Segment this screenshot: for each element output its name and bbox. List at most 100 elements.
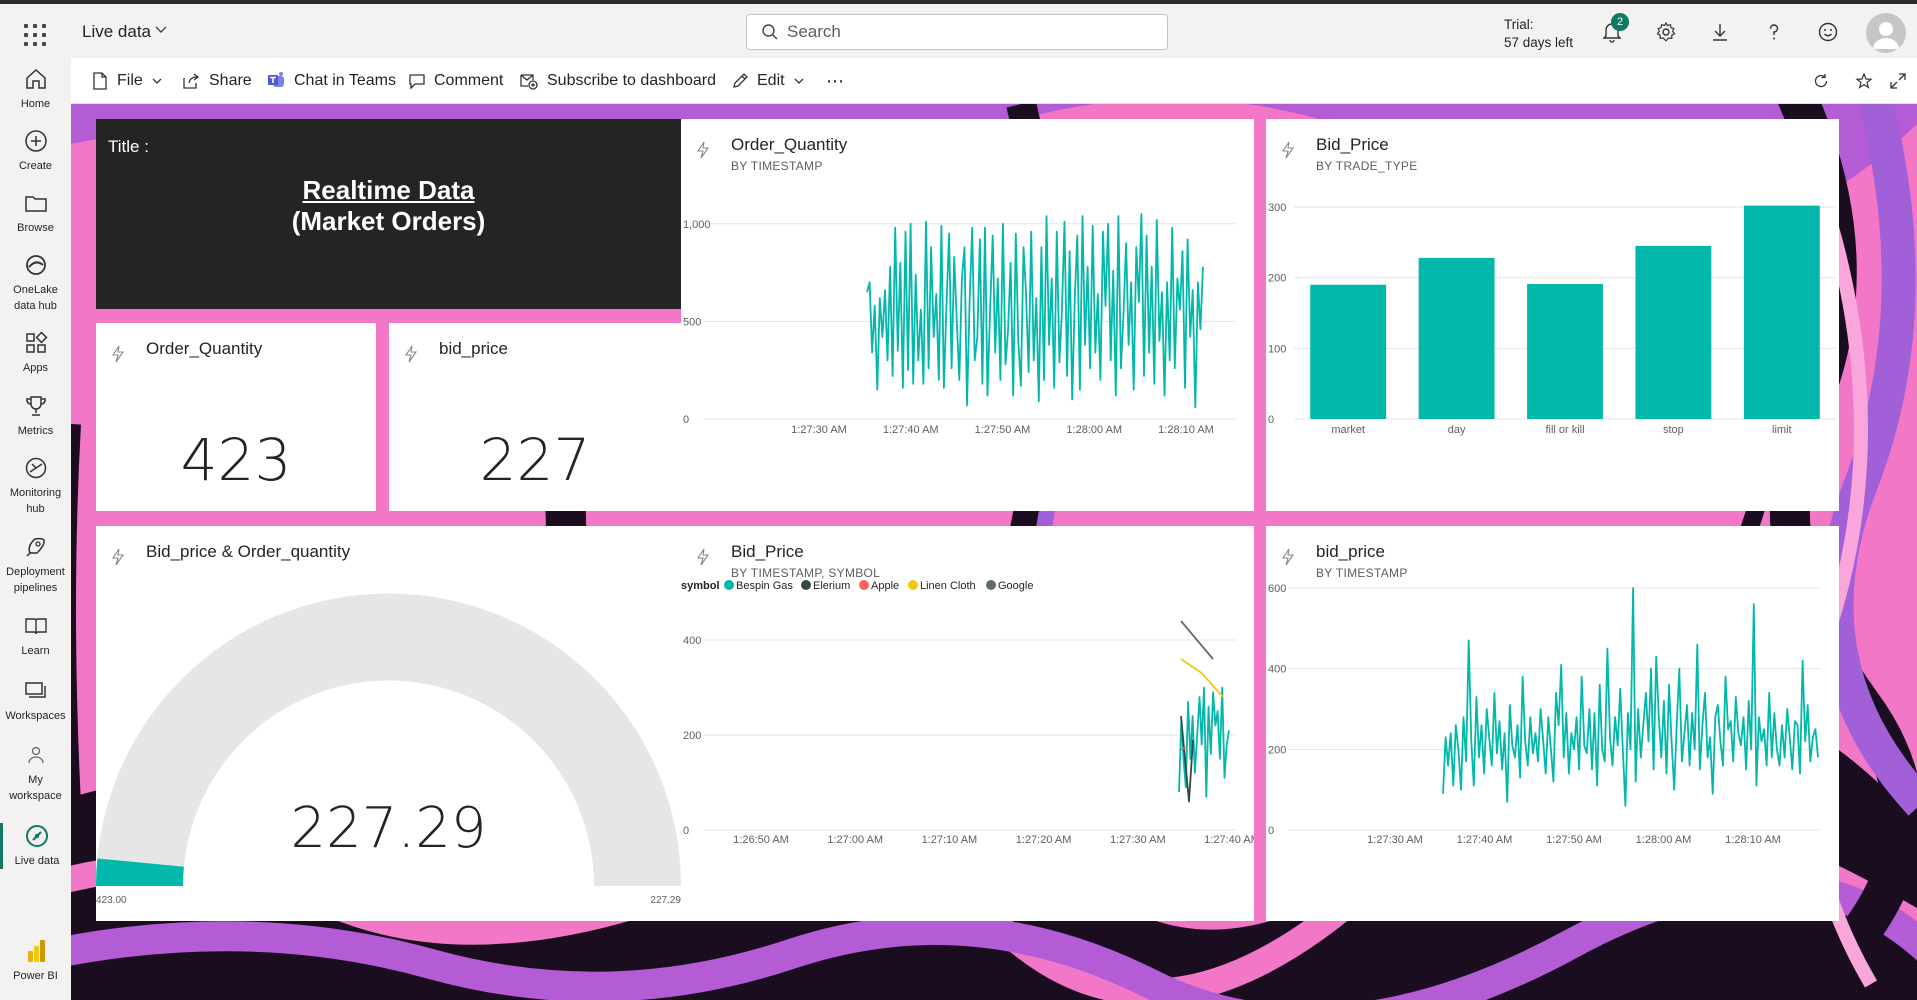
bid-price-symbol-chart: symbol Bespin Gas Elerium Apple Linen Cloth G… — [681, 580, 1254, 846]
more-options-button[interactable]: ⋯ — [826, 69, 844, 93]
legend-item[interactable]: Linen Cloth — [920, 580, 976, 592]
title-card-label: Title : — [108, 137, 149, 156]
monitoring-icon — [25, 457, 46, 479]
nav-item-onelake[interactable]: OneLake data hub — [0, 252, 71, 314]
nav-item-deployment-pipelines[interactable]: Deployment pipelines — [0, 534, 71, 596]
share-button[interactable]: Share — [181, 69, 252, 93]
nav-item-browse[interactable]: Browse — [0, 190, 71, 236]
chevron-down-icon — [152, 78, 162, 84]
person-icon — [27, 746, 44, 764]
legend-title: symbol — [681, 580, 720, 592]
workspace-name[interactable]: Live data — [82, 22, 151, 42]
y-tick-label: 0 — [1268, 414, 1274, 426]
comment-label: Comment — [434, 72, 504, 89]
tile-title: bid_price — [439, 339, 508, 358]
bid-price-line-tile[interactable]: bid_price BY TIMESTAMP 0 200 400 600 1:27:30… — [1266, 526, 1839, 921]
nav-item-workspaces[interactable]: Workspaces — [0, 678, 71, 724]
app-launcher-icon[interactable] — [18, 18, 50, 50]
left-navigation: Home Create Browse OneLake data hub Apps… — [0, 58, 71, 1000]
browse-icon — [24, 196, 47, 212]
chat-label: Chat in Teams — [294, 72, 396, 89]
x-tick-label: 1:27:50 AM — [975, 424, 1031, 436]
trial-days-left: 57 days left — [1504, 35, 1574, 50]
x-tick-label: 1:27:40 AM — [883, 424, 939, 436]
y-tick-label: 0 — [1268, 825, 1274, 837]
legend-item[interactable]: Apple — [871, 580, 899, 592]
x-tick-label: 1:28:00 AM — [1636, 834, 1692, 846]
legend-item[interactable]: Elerium — [813, 580, 850, 592]
nav-item-monitoring-hub[interactable]: Monitoring hub — [0, 455, 71, 517]
top-header: Live data Trial: 57 days left 2 — [0, 4, 1917, 58]
nav-item-home[interactable]: Home — [0, 66, 71, 112]
nav-item-learn[interactable]: Learn — [0, 613, 71, 659]
legend-item[interactable]: Bespin Gas — [736, 580, 793, 592]
nav-label-line2: data hub — [14, 300, 57, 312]
nav-item-my-workspace[interactable]: My workspace — [0, 742, 71, 804]
order-quantity-line-chart: 0 500 1,000 1:27:30 AM 1:27:40 AM 1:27:50 AM 1… — [683, 213, 1236, 436]
bar-fill-or-kill[interactable] — [1527, 284, 1603, 419]
download-icon — [1713, 24, 1727, 41]
nav-label: Power BI — [13, 970, 58, 982]
bar-market[interactable] — [1310, 284, 1387, 419]
refresh-icon — [1814, 74, 1828, 88]
nav-label: Home — [20, 98, 51, 110]
order-quantity-card-tile[interactable]: Order_Quantity 423 — [96, 323, 376, 511]
x-tick-label: stop — [1663, 424, 1684, 436]
file-menu-button[interactable]: File — [91, 69, 163, 93]
help-button[interactable] — [1760, 18, 1788, 46]
bar-limit[interactable] — [1743, 205, 1820, 419]
x-tick-label: 1:28:10 AM — [1158, 424, 1214, 436]
nav-item-create[interactable]: Create — [0, 128, 71, 174]
edit-menu-button[interactable]: Edit — [731, 69, 805, 93]
fullscreen-button[interactable] — [1889, 69, 1907, 93]
order-quantity-line-tile[interactable]: Order_Quantity BY TIMESTAMP 0 500 1,000 1:2… — [681, 119, 1254, 511]
tile-title: Order_Quantity — [146, 339, 263, 358]
search-input[interactable] — [787, 15, 1157, 49]
bid-price-symbol-tile[interactable]: Bid_Price BY TIMESTAMP, SYMBOL symbol Bes… — [681, 526, 1254, 921]
x-tick-label: 1:28:10 AM — [1725, 834, 1781, 846]
x-tick-label: 1:27:30 AM — [1367, 834, 1423, 846]
nav-label: Metrics — [17, 425, 54, 437]
gear-icon — [1656, 21, 1676, 42]
y-tick-label: 0 — [683, 414, 689, 426]
nav-item-power-bi[interactable]: Power BI — [0, 938, 71, 984]
onelake-icon — [25, 255, 46, 275]
feedback-button[interactable] — [1814, 18, 1842, 46]
trophy-icon — [25, 396, 46, 416]
title-card-tile[interactable]: Title : Realtime Data (Market Orders) — [96, 119, 681, 309]
chat-in-teams-button[interactable]: Chat in Teams — [266, 69, 396, 93]
favorite-button[interactable] — [1855, 69, 1873, 93]
bar-stop[interactable] — [1635, 245, 1712, 419]
share-icon — [183, 73, 200, 89]
subscribe-label: Subscribe to dashboard — [547, 72, 716, 89]
nav-item-apps[interactable]: Apps — [0, 330, 71, 376]
nav-label-line1: My — [28, 774, 43, 786]
refresh-button[interactable] — [1812, 69, 1830, 93]
nav-item-metrics[interactable]: Metrics — [0, 393, 71, 439]
bid-price-card-tile[interactable]: bid_price 227 — [389, 323, 681, 511]
search-icon — [762, 24, 778, 40]
dashboard-canvas: Title : Realtime Data (Market Orders) Or… — [71, 104, 1917, 1000]
dashboard-action-bar: File Share Chat in Teams Comment Subscri… — [71, 58, 1917, 104]
search-box[interactable] — [746, 14, 1168, 50]
x-tick-label: 1:27:20 AM — [1016, 834, 1072, 846]
gauge-tile[interactable]: Bid_price & Order_quantity 423.00 227.29… — [96, 526, 681, 921]
x-tick-label: fill or kill — [1545, 424, 1584, 436]
gauge-max-label: 227.29 — [650, 895, 681, 906]
bar-day[interactable] — [1418, 257, 1495, 419]
subscribe-button[interactable]: Subscribe to dashboard — [519, 69, 716, 93]
comment-icon — [409, 74, 425, 90]
settings-button[interactable] — [1652, 18, 1680, 46]
legend-item[interactable]: Google — [998, 580, 1033, 592]
chevron-down-icon[interactable] — [154, 22, 168, 39]
nav-item-live-data[interactable]: Live data — [0, 823, 71, 869]
y-tick-label: 500 — [683, 316, 701, 328]
star-icon — [1855, 72, 1873, 89]
bid-price-bar-tile[interactable]: Bid_Price BY TRADE_TYPE 0 100 200 300 market… — [1266, 119, 1839, 511]
title-card-line2: (Market Orders) — [291, 206, 486, 236]
legend-marker — [908, 580, 918, 590]
download-button[interactable] — [1706, 18, 1734, 46]
comment-button[interactable]: Comment — [408, 69, 503, 93]
trial-status[interactable]: Trial: 57 days left — [1504, 16, 1573, 52]
avatar[interactable] — [1866, 13, 1906, 53]
